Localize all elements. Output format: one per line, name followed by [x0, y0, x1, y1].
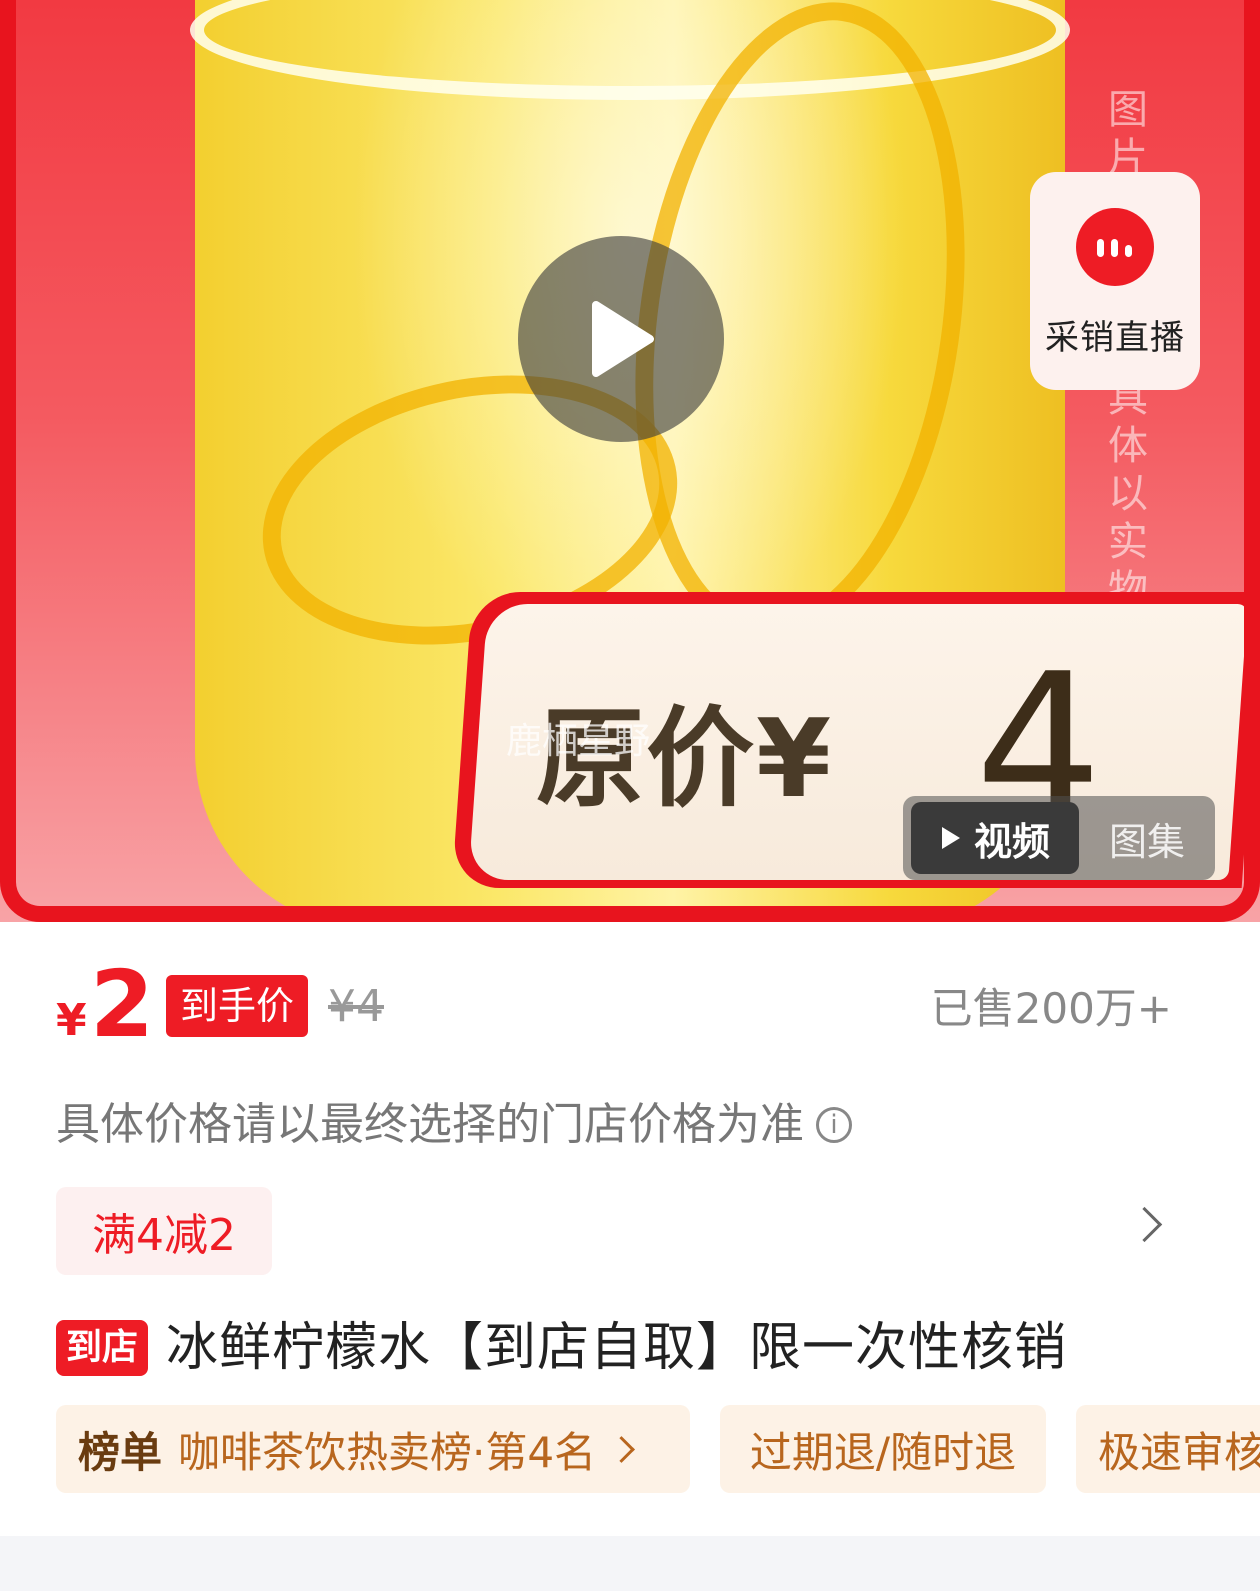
- current-price: 2: [90, 951, 155, 1058]
- play-video-button[interactable]: [518, 236, 724, 442]
- fast-review-chip[interactable]: 极速审核: [1076, 1405, 1260, 1493]
- livestream-entry-button[interactable]: 采销直播: [1030, 172, 1200, 390]
- price-row: ¥ 2 到手价 ¥4 已售200万+: [56, 955, 1186, 1055]
- refund-policy-chip[interactable]: 过期退/随时退: [720, 1405, 1046, 1493]
- play-icon: [592, 301, 654, 377]
- info-icon[interactable]: i: [816, 1107, 852, 1143]
- ranking-chip[interactable]: 榜单 咖啡茶饮热卖榜·第4名: [56, 1405, 690, 1493]
- media-type-toggle[interactable]: 视频 图集: [903, 796, 1215, 880]
- play-small-icon: [941, 827, 960, 849]
- final-price-tag: 到手价: [166, 975, 309, 1037]
- product-title-row: 到店 冰鲜柠檬水【到店自取】限一次性核销: [56, 1316, 1067, 1380]
- promo-tag[interactable]: 满4减2: [56, 1187, 272, 1275]
- in-store-badge: 到店: [56, 1320, 149, 1376]
- video-tab[interactable]: 视频: [911, 802, 1079, 874]
- currency-symbol: ¥: [56, 995, 87, 1046]
- sold-count: 已售200万+: [930, 984, 1172, 1033]
- product-media-carousel[interactable]: 图片仅供参考具体以实物 采销直播 原价¥ 4 鹿栖星野 视频 图集: [0, 0, 1260, 922]
- ranking-value: 咖啡茶饮热卖榜·第4名: [178, 1427, 597, 1477]
- chevron-right-icon: [608, 1435, 636, 1463]
- video-tab-label: 视频: [973, 819, 1050, 864]
- section-divider: [0, 1536, 1260, 1591]
- live-icon: [1076, 208, 1154, 286]
- original-price: ¥4: [328, 981, 384, 1032]
- gallery-tab-label: 图集: [1108, 819, 1185, 864]
- chevron-right-icon[interactable]: [1126, 1206, 1163, 1243]
- product-title: 冰鲜柠檬水【到店自取】限一次性核销: [166, 1318, 1068, 1378]
- watermark-text: 鹿栖星野: [506, 721, 651, 762]
- livestream-label: 采销直播: [1045, 318, 1185, 358]
- gallery-tab[interactable]: 图集: [1079, 796, 1215, 880]
- price-note-text: 具体价格请以最终选择的门店价格为准: [56, 1099, 804, 1150]
- service-chips: 榜单 咖啡茶饮热卖榜·第4名 过期退/随时退 极速审核: [56, 1405, 1260, 1493]
- ranking-key: 榜单: [78, 1427, 163, 1477]
- price-note: 具体价格请以最终选择的门店价格为准 i: [56, 1095, 852, 1155]
